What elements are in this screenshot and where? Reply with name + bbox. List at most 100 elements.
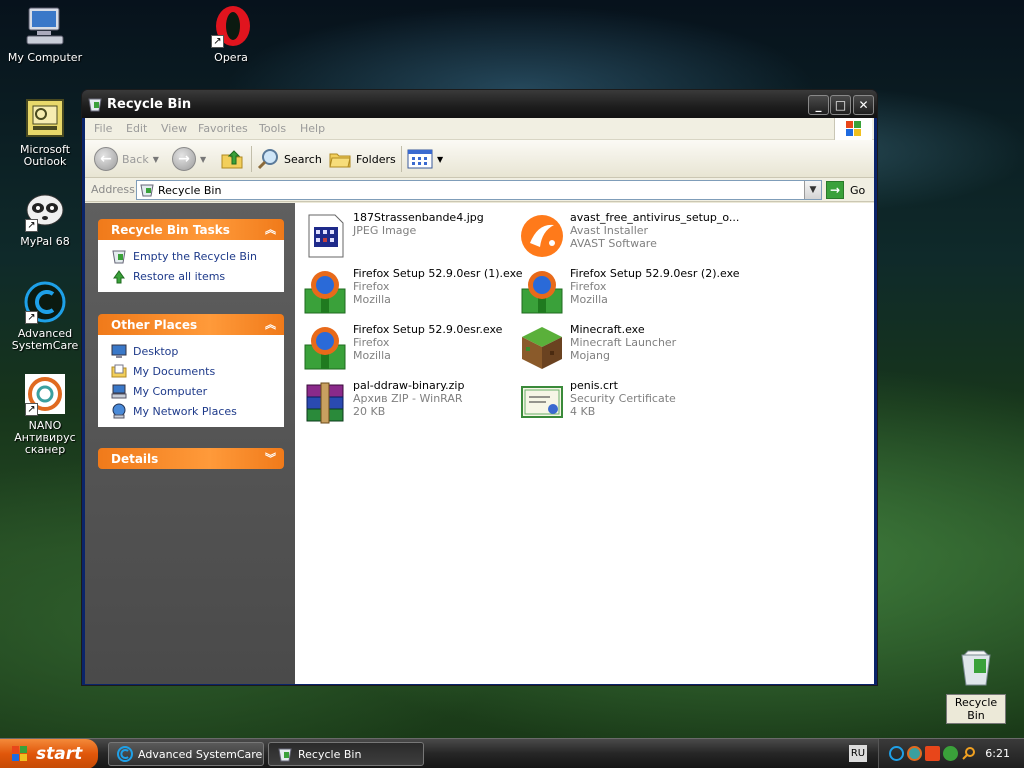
taskbar-item-recycle-bin[interactable]: Recycle Bin [268,742,424,766]
place-desktop-link[interactable]: Desktop [98,341,284,361]
chevron-down-icon: ▼ [152,154,159,164]
menu-file[interactable]: File [94,122,112,135]
toolbar-separator [251,146,252,172]
systemcare-icon: ↗ [23,280,67,324]
panel-header[interactable]: Other Places ︽ [98,314,284,335]
computer-icon [111,384,127,399]
views-icon [407,149,433,169]
forward-button[interactable]: → ▼ [172,146,206,172]
recycle-bin-icon [140,184,154,197]
menu-bar: File Edit View Favorites Tools Help [85,118,874,140]
window-body: File Edit View Favorites Tools Help ← Ba… [85,118,874,684]
tools-tray-icon[interactable] [925,746,940,761]
minimize-button[interactable]: _ [808,95,829,115]
firefox-setup-icon [304,327,346,370]
systemcare-tray-icon[interactable] [889,746,904,761]
menu-favorites[interactable]: Favorites [198,122,248,135]
avast-icon [521,215,563,257]
taskbar-item-advanced-systemcare[interactable]: Advanced SystemCare [108,742,264,766]
search-icon [257,149,278,170]
shortcut-arrow-icon: ↗ [25,219,38,232]
language-indicator[interactable]: RU [849,745,867,762]
shield-tray-icon[interactable] [943,746,958,761]
forward-arrow-icon: → [172,147,196,171]
toolbar-separator [401,146,402,172]
recycle-bin-tasks-panel: Recycle Bin Tasks ︽ Empty the Recycle Bi… [98,219,284,292]
recycle-bin-icon [278,748,292,762]
file-item[interactable]: 187Strassenbande4.jpg JPEG Image [303,211,519,263]
go-button[interactable]: → Go [826,180,865,200]
empty-recycle-bin-link[interactable]: Empty the Recycle Bin [98,246,284,266]
panel-header[interactable]: Recycle Bin Tasks ︽ [98,219,284,240]
window-title: Recycle Bin [107,97,192,112]
start-button[interactable]: start [0,739,98,768]
desktop-icon-label: Recycle Bin [946,694,1006,724]
desktop-icon-label: MyPal 68 [20,235,70,248]
task-pane: Recycle Bin Tasks ︽ Empty the Recycle Bi… [85,203,295,684]
address-input[interactable]: Recycle Bin ▼ [136,180,822,200]
other-places-panel: Other Places ︽ Desktop My Documents My C… [98,314,284,427]
firefox-setup-icon [304,271,346,314]
file-item[interactable]: Firefox Setup 52.9.0esr (1).exe Firefox … [303,267,523,319]
raccoon-icon: ↗ [23,188,67,232]
search-tray-icon[interactable] [961,746,976,761]
back-button[interactable]: ← Back ▼ [94,146,159,172]
menu-help[interactable]: Help [300,122,325,135]
taskbar: start Advanced SystemCare Recycle Bin RU… [0,738,1024,768]
outlook-icon [23,96,67,140]
nano-antivirus-tray-icon[interactable] [907,746,922,761]
file-item[interactable]: avast_free_antivirus_setup_o... Avast In… [520,211,739,263]
menu-view[interactable]: View [161,122,187,135]
file-list: 187Strassenbande4.jpg JPEG Image avast_f… [295,203,874,684]
address-dropdown-button[interactable]: ▼ [804,181,821,199]
search-button[interactable]: Search [256,146,322,172]
file-item[interactable]: Firefox Setup 52.9.0esr (2).exe Firefox … [520,267,740,319]
address-bar: Address Recycle Bin ▼ → Go [85,178,874,202]
panel-header[interactable]: Details ︾ [98,448,284,469]
firefox-setup-icon [521,271,563,314]
recycle-bin-window: Recycle Bin _ □ ✕ File Edit View Favorit… [81,89,878,686]
folders-button[interactable]: Folders [328,146,396,172]
desktop-icon-label: My Computer [7,51,83,64]
jpeg-image-icon [308,214,344,258]
place-my-computer-link[interactable]: My Computer [98,381,284,401]
file-item[interactable]: penis.crt Security Certificate 4 KB [520,379,736,431]
file-item[interactable]: Minecraft.exe Minecraft Launcher Mojang [520,323,736,375]
desktop-icon-my-computer[interactable]: My Computer [0,4,90,64]
restore-all-items-link[interactable]: Restore all items [98,266,284,286]
address-value: Recycle Bin [158,184,222,197]
title-bar[interactable]: Recycle Bin _ □ ✕ [82,90,877,118]
windows-logo-icon [12,746,27,761]
desktop-icon-label: Opera [214,51,248,64]
views-button[interactable]: ▼ [407,146,443,172]
desktop-icon-advanced-systemcare[interactable]: ↗ Advanced SystemCare [0,280,90,352]
desktop-icon-outlook[interactable]: Microsoft Outlook [0,96,90,168]
file-item[interactable]: pal-ddraw-binary.zip Архив ZIP - WinRAR … [303,379,519,431]
close-button[interactable]: ✕ [853,95,874,115]
desktop-icon-recycle-bin[interactable]: Recycle Bin [946,645,1006,724]
file-item[interactable]: Firefox Setup 52.9.0esr.exe Firefox Mozi… [303,323,519,375]
go-arrow-icon: → [826,181,844,199]
up-folder-button[interactable] [220,146,244,172]
up-folder-icon [221,150,243,169]
maximize-button[interactable]: □ [830,95,851,115]
chevron-down-icon: ▼ [200,154,207,164]
minecraft-icon [522,327,562,369]
restore-arrow-icon [113,270,125,284]
desktop-icon-label: Microsoft Outlook [19,143,71,168]
place-my-network-places-link[interactable]: My Network Places [98,401,284,421]
desktop-icon [111,344,127,358]
desktop-icon-nano-antivirus[interactable]: ↗ NANO Антивирус сканер [0,372,90,456]
collapse-chevron-icon: ︽ [265,318,276,331]
menu-edit[interactable]: Edit [126,122,147,135]
certificate-icon [521,386,563,418]
documents-folder-icon [111,364,127,378]
back-arrow-icon: ← [94,147,118,171]
desktop-icon-opera[interactable]: ↗ Opera [186,4,276,64]
desktop-icon-mypal[interactable]: ↗ MyPal 68 [0,188,90,248]
menu-tools[interactable]: Tools [259,122,286,135]
expand-chevron-icon: ︾ [265,452,276,465]
nano-antivirus-icon: ↗ [23,372,67,416]
folders-icon [329,153,351,168]
place-my-documents-link[interactable]: My Documents [98,361,284,381]
